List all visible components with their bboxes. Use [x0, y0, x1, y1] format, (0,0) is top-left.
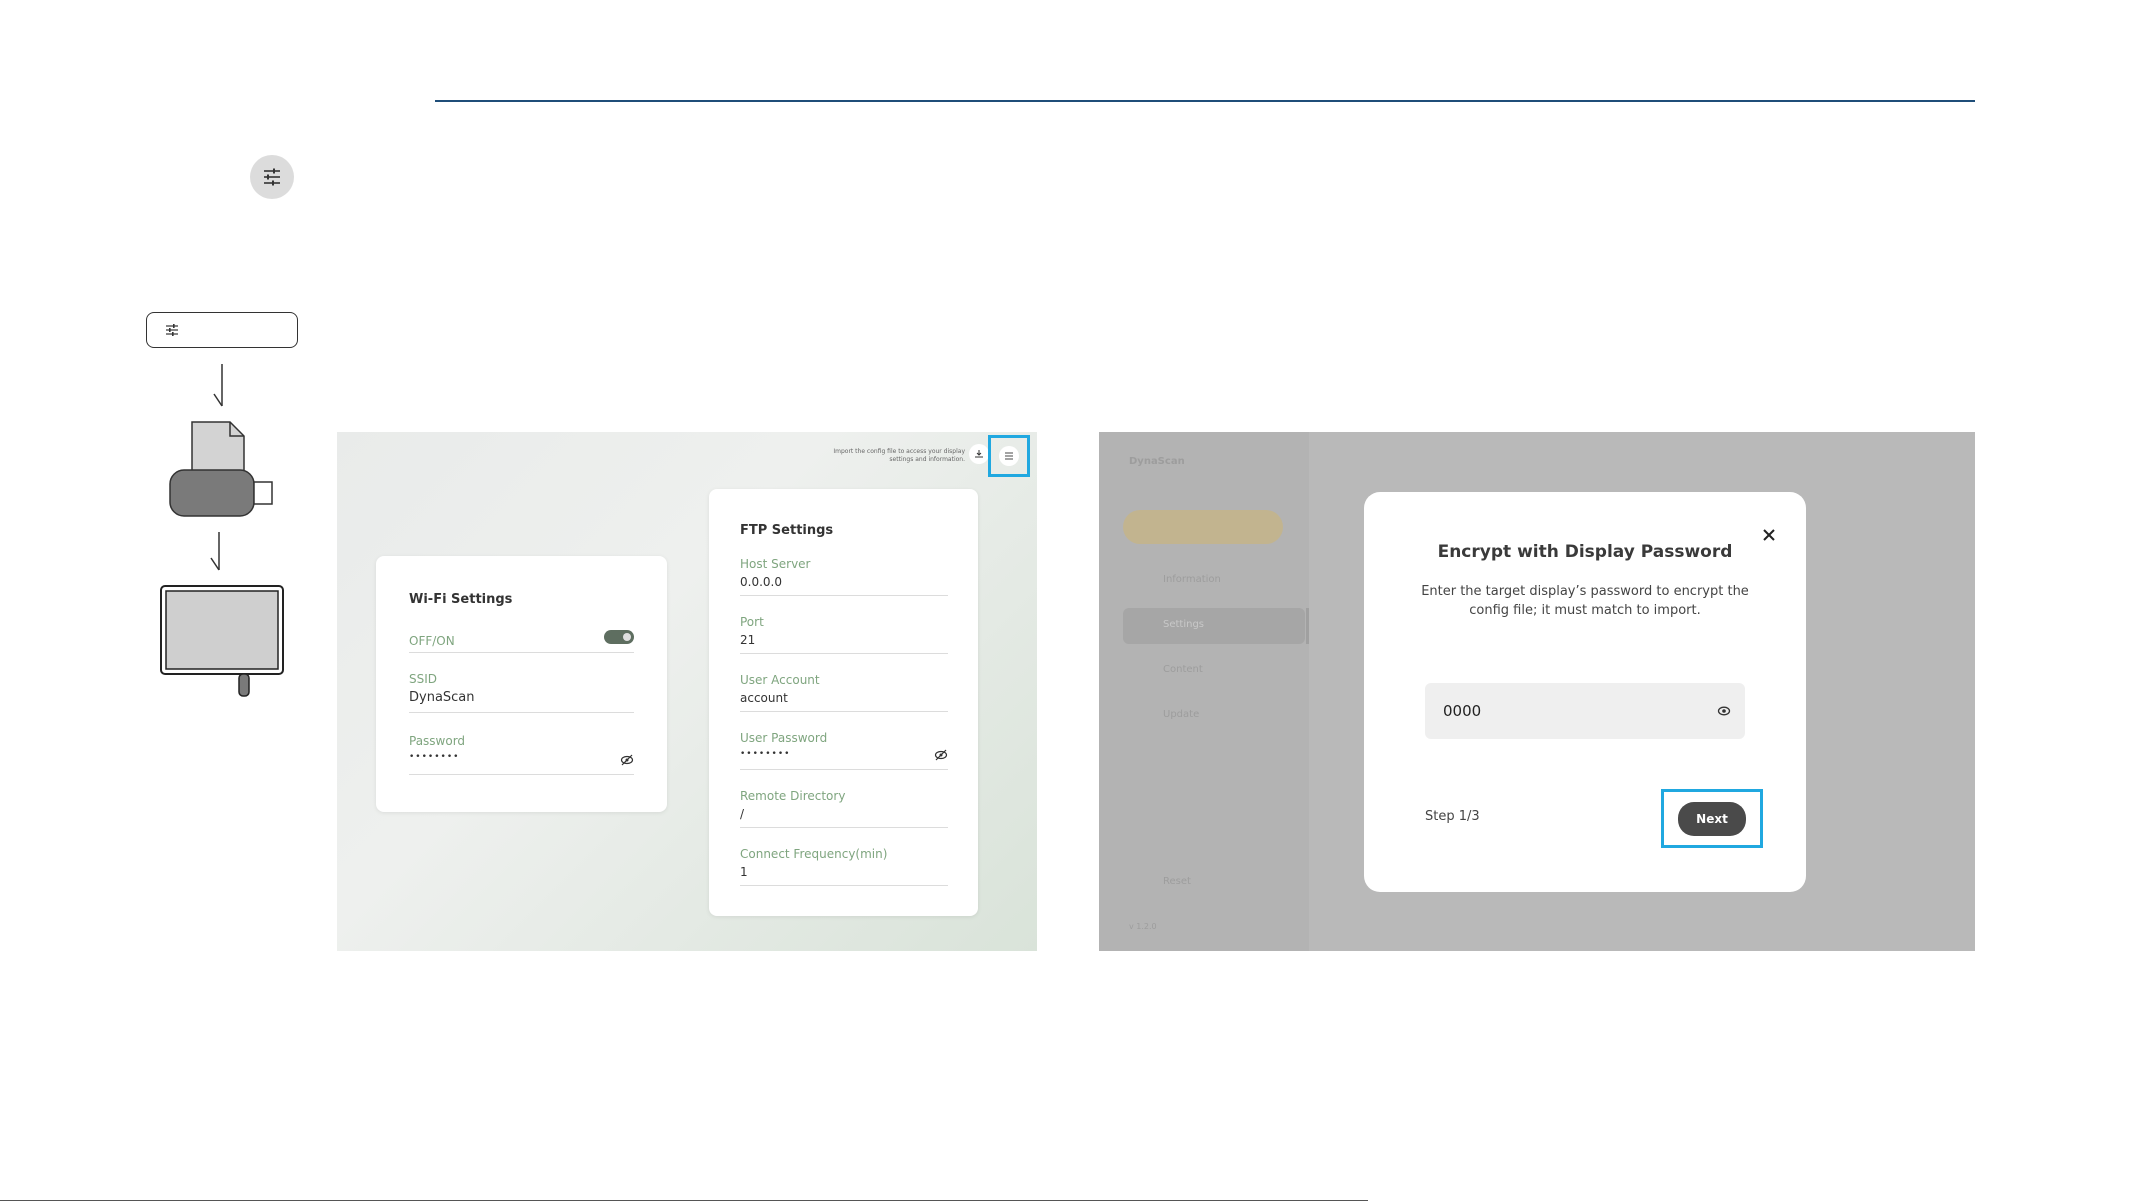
sidebar-item-settings[interactable]: Settings [1163, 619, 1204, 630]
user-password-field[interactable]: User Password •••••••• [740, 731, 948, 770]
modal-description: Enter the target display’s password to e… [1404, 582, 1766, 620]
import-pill [1123, 510, 1283, 544]
eye-hidden-icon[interactable] [934, 749, 948, 761]
display-icon [160, 585, 284, 697]
wifi-toggle-row: OFF/ON [409, 630, 634, 653]
remote-directory-value: / [740, 807, 745, 821]
ssid-field[interactable]: SSID DynaScan [409, 672, 634, 713]
next-button-highlight: Next [1661, 789, 1763, 848]
version-label: v 1.2.0 [1129, 922, 1157, 931]
header-rule [435, 100, 1975, 102]
ftp-settings-title: FTP Settings [740, 523, 834, 538]
modal-description-line-1: Enter the target display’s password to e… [1421, 584, 1749, 599]
remote-directory-label: Remote Directory [740, 789, 846, 803]
close-icon[interactable] [1762, 528, 1776, 542]
remote-directory-field[interactable]: Remote Directory / [740, 789, 948, 828]
connect-frequency-field[interactable]: Connect Frequency(min) 1 [740, 847, 948, 886]
arrow-down-icon [210, 532, 220, 571]
settings-sliders-icon [999, 446, 1019, 466]
wifi-settings-card: Wi-Fi Settings OFF/ON SSID DynaScan Pass… [376, 556, 667, 812]
modal-title: Encrypt with Display Password [1437, 542, 1733, 562]
reset-link[interactable]: Reset [1163, 876, 1191, 887]
ssid-value: DynaScan [409, 690, 475, 705]
import-hint-text: Import the config file to access your di… [833, 448, 965, 463]
port-field[interactable]: Port 21 [740, 615, 948, 654]
wifi-toggle-switch[interactable] [604, 630, 634, 644]
sidebar-item-information[interactable]: Information [1163, 574, 1221, 585]
wifi-settings-title: Wi-Fi Settings [409, 592, 513, 607]
download-icon[interactable] [969, 444, 989, 464]
host-server-label: Host Server [740, 557, 811, 571]
next-button[interactable]: Next [1678, 801, 1746, 836]
port-value: 21 [740, 633, 756, 647]
display-password-value: 0000 [1443, 702, 1482, 720]
wifi-password-field[interactable]: Password •••••••• [409, 734, 634, 775]
arrow-down-icon [213, 364, 223, 407]
eye-icon[interactable] [1717, 705, 1731, 717]
import-config-button[interactable] [988, 435, 1030, 477]
wifi-password-value: •••••••• [409, 752, 460, 762]
connect-frequency-value: 1 [740, 865, 748, 879]
sidebar-item-settings-bg [1123, 608, 1305, 644]
brand-logo: DynaScan [1129, 456, 1185, 467]
sidebar-item-content[interactable]: Content [1163, 664, 1203, 675]
connect-frequency-label: Connect Frequency(min) [740, 847, 888, 861]
divider [1306, 608, 1309, 644]
wifi-password-label: Password [409, 734, 466, 748]
ftp-settings-card: FTP Settings Host Server 0.0.0.0 Port 21… [709, 489, 978, 916]
user-account-field[interactable]: User Account account [740, 673, 948, 712]
step-indicator: Step 1/3 [1425, 809, 1480, 824]
settings-button-diagram [146, 312, 298, 348]
host-server-field[interactable]: Host Server 0.0.0.0 [740, 557, 948, 596]
user-account-label: User Account [740, 673, 820, 687]
usb-config-file-icon [169, 421, 273, 517]
user-account-value: account [740, 691, 788, 705]
user-password-value: •••••••• [740, 749, 791, 759]
modal-description-line-2: config file; it must match to import. [1469, 603, 1701, 618]
settings-sliders-icon [166, 324, 178, 336]
port-label: Port [740, 615, 764, 629]
settings-sliders-icon [250, 155, 294, 199]
eye-hidden-icon[interactable] [620, 754, 634, 766]
user-password-label: User Password [740, 731, 828, 745]
wifi-toggle-label: OFF/ON [409, 634, 455, 648]
display-password-input[interactable]: 0000 [1425, 683, 1745, 739]
settings-screen-screenshot: Import the config file to access your di… [337, 432, 1037, 951]
ssid-label: SSID [409, 672, 438, 686]
host-server-value: 0.0.0.0 [740, 575, 782, 589]
encrypt-password-modal: Encrypt with Display Password Enter the … [1364, 492, 1806, 892]
sidebar-item-update[interactable]: Update [1163, 709, 1199, 720]
